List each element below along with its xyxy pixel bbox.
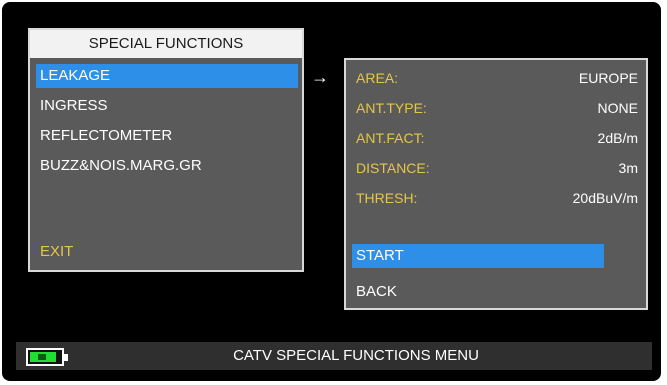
param-value: NONE	[597, 100, 638, 116]
param-label: ANT.FACT:	[356, 130, 425, 146]
menu-item-reflectometer[interactable]: REFLECTOMETER	[36, 124, 298, 148]
param-thresh[interactable]: THRESH: 20dBuV/m	[352, 186, 640, 210]
param-label: THRESH:	[356, 190, 418, 206]
back-button[interactable]: BACK	[352, 280, 604, 304]
device-screen: SPECIAL FUNCTIONS LEAKAGE INGRESS REFLEC…	[2, 2, 661, 381]
param-label: DISTANCE:	[356, 160, 430, 176]
battery-icon	[26, 348, 64, 366]
param-value: 3m	[618, 160, 638, 176]
menu-title: SPECIAL FUNCTIONS	[30, 30, 302, 58]
special-functions-menu: SPECIAL FUNCTIONS LEAKAGE INGRESS REFLEC…	[28, 28, 304, 272]
start-button[interactable]: START	[352, 244, 604, 268]
menu-item-ingress[interactable]: INGRESS	[36, 94, 298, 118]
battery-terminal	[64, 354, 68, 361]
param-label: AREA:	[356, 70, 399, 86]
param-value: 2dB/m	[597, 130, 638, 146]
param-value: 20dBuV/m	[572, 190, 638, 206]
arrow-right-icon: →	[311, 67, 329, 87]
charging-plug-icon	[38, 354, 46, 360]
param-ant-fact[interactable]: ANT.FACT: 2dB/m	[352, 126, 640, 150]
menu-item-leakage[interactable]: LEAKAGE	[36, 64, 298, 88]
menu-item-buzz-noise-margin[interactable]: BUZZ&NOIS.MARG.GR	[36, 154, 298, 178]
param-distance[interactable]: DISTANCE: 3m	[352, 156, 640, 180]
status-title: CATV SPECIAL FUNCTIONS MENU	[233, 347, 479, 364]
param-ant-type[interactable]: ANT.TYPE: NONE	[352, 96, 640, 120]
leakage-settings-panel: AREA: EUROPE ANT.TYPE: NONE ANT.FACT: 2d…	[344, 58, 648, 310]
status-bar: CATV SPECIAL FUNCTIONS MENU	[16, 342, 652, 370]
exit-button[interactable]: EXIT	[36, 240, 298, 264]
param-label: ANT.TYPE:	[356, 100, 427, 116]
param-area[interactable]: AREA: EUROPE	[352, 66, 640, 90]
param-value: EUROPE	[578, 70, 638, 86]
